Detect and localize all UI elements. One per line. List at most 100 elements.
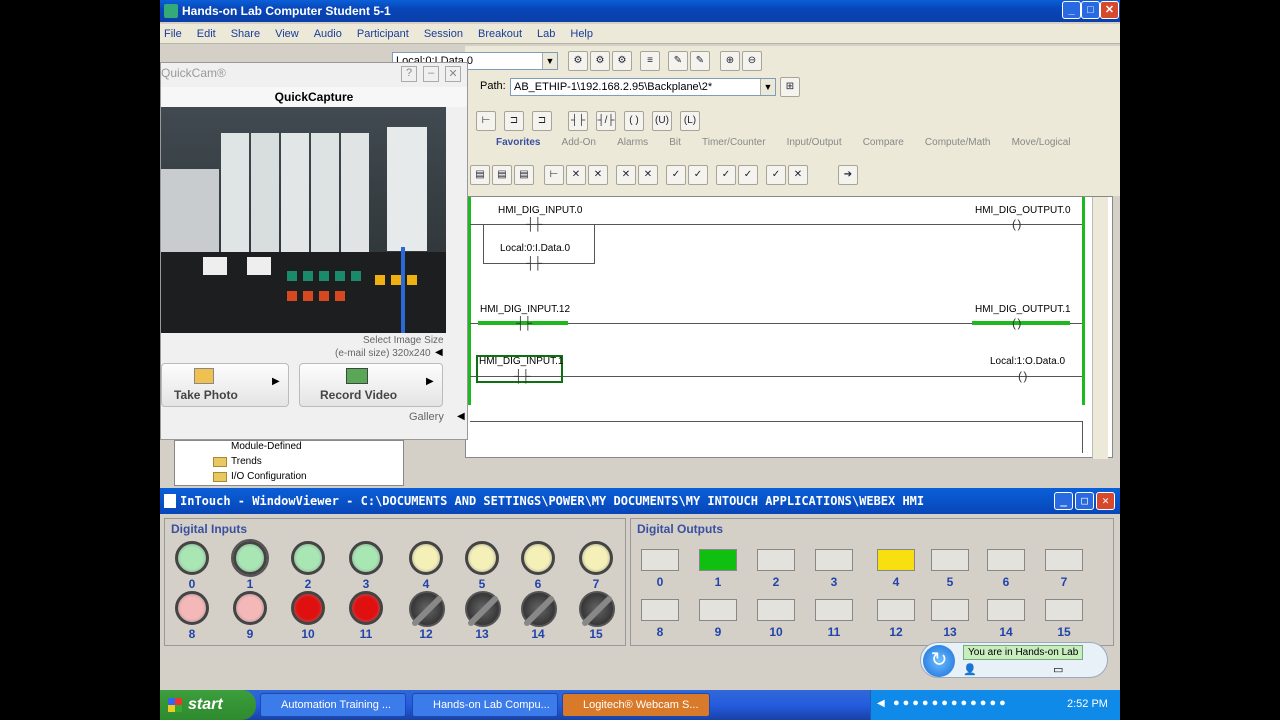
zoom-in-icon[interactable]: ⊕ xyxy=(720,51,740,71)
tool-icon[interactable]: ▤ xyxy=(470,165,490,185)
network3-icon[interactable]: ⚙ xyxy=(612,51,632,71)
menu-share[interactable]: Share xyxy=(231,28,260,40)
menu-session[interactable]: Session xyxy=(424,28,463,40)
minimize-button[interactable]: _ xyxy=(1054,492,1073,510)
chevron-left-icon[interactable]: ◀ xyxy=(877,698,885,709)
input-lamp-5[interactable] xyxy=(465,541,499,575)
ote-icon[interactable]: ( ) xyxy=(624,111,644,131)
lab-status-widget[interactable]: ↻ You are in Hands-on Lab 👤 ▭ xyxy=(920,642,1108,678)
task-hands-on-lab[interactable]: Hands-on Lab Compu... xyxy=(412,693,558,717)
tab-timer-counter[interactable]: Timer/Counter xyxy=(702,137,766,148)
tool9-icon[interactable]: ✓ xyxy=(666,165,686,185)
menu-lab[interactable]: Lab xyxy=(537,28,555,40)
tab-compute-math[interactable]: Compute/Math xyxy=(925,137,991,148)
menu-breakout[interactable]: Breakout xyxy=(478,28,522,40)
rung-0-coil[interactable]: ( ) xyxy=(1012,217,1021,231)
close-button[interactable]: ✕ xyxy=(1100,1,1119,19)
tool6-icon[interactable]: ✕ xyxy=(588,165,608,185)
tree-item-module-defined[interactable]: Module-Defined xyxy=(231,441,302,452)
tab-favorites[interactable]: Favorites xyxy=(496,137,540,148)
tab-bit[interactable]: Bit xyxy=(669,137,681,148)
network-icon[interactable]: ⚙ xyxy=(568,51,588,71)
user-icon[interactable]: 👤 xyxy=(963,663,977,676)
tool7-icon[interactable]: ✕ xyxy=(616,165,636,185)
rung-1-contact[interactable]: ┤├ xyxy=(516,316,532,330)
help-icon[interactable]: ? xyxy=(401,66,417,82)
ladder-editor[interactable]: HMI_DIG_INPUT.0 ┤├ Local:0:I.Data.0 ┤├ H… xyxy=(465,196,1113,459)
branch-icon[interactable]: ⊐ xyxy=(504,111,524,131)
verify-icon[interactable]: ≡ xyxy=(640,51,660,71)
tool10-icon[interactable]: ✓ xyxy=(688,165,708,185)
gallery-label[interactable]: Gallery xyxy=(409,411,444,423)
forward-icon[interactable]: ➔ xyxy=(838,165,858,185)
record-video-button[interactable]: Record Video ▶ xyxy=(299,363,443,407)
zoom-out-icon[interactable]: ⊖ xyxy=(742,51,762,71)
tab-alarms[interactable]: Alarms xyxy=(617,137,648,148)
maximize-button[interactable]: □ xyxy=(1081,1,1100,19)
selector-switch-15[interactable] xyxy=(579,591,615,627)
tool3-icon[interactable]: ▤ xyxy=(514,165,534,185)
minimize-button[interactable]: _ xyxy=(1062,1,1081,19)
rung-2-coil[interactable]: ( ) xyxy=(1018,369,1027,383)
tray-icons[interactable]: ●●●●●●●●●●●● xyxy=(893,697,1009,709)
input-lamp-9[interactable] xyxy=(233,591,267,625)
tool12-icon[interactable]: ✓ xyxy=(738,165,758,185)
tab-add-on[interactable]: Add-On xyxy=(562,137,596,148)
window-title-bar[interactable]: Hands-on Lab Computer Student 5-1 _ □ ✕ xyxy=(160,0,1120,22)
rung-1-coil[interactable]: ( ) xyxy=(1012,316,1021,330)
otl-icon[interactable]: (L) xyxy=(680,111,700,131)
input-lamp-1[interactable] xyxy=(231,539,269,577)
intouch-title-bar[interactable]: InTouch - WindowViewer - C:\DOCUMENTS AN… xyxy=(160,488,1120,514)
close-icon[interactable]: ✕ xyxy=(445,66,461,82)
tool5-icon[interactable]: ✕ xyxy=(566,165,586,185)
tool14-icon[interactable]: ✕ xyxy=(788,165,808,185)
refresh-icon[interactable]: ↻ xyxy=(923,645,955,677)
branch-level-icon[interactable]: ⊐ xyxy=(532,111,552,131)
input-lamp-7[interactable] xyxy=(579,541,613,575)
input-lamp-0[interactable] xyxy=(175,541,209,575)
edit2-icon[interactable]: ✎ xyxy=(690,51,710,71)
input-lamp-2[interactable] xyxy=(291,541,325,575)
tab-input-output[interactable]: Input/Output xyxy=(787,137,842,148)
tab-compare[interactable]: Compare xyxy=(863,137,904,148)
tab-move-logical[interactable]: Move/Logical xyxy=(1012,137,1071,148)
maximize-button[interactable]: □ xyxy=(1075,492,1094,510)
path-combo[interactable]: AB_ETHIP-1\192.168.2.95\Backplane\2* ▼ xyxy=(510,78,776,96)
tool4-icon[interactable]: ⊢ xyxy=(544,165,564,185)
xic-icon[interactable]: ┤├ xyxy=(568,111,588,131)
input-lamp-4[interactable] xyxy=(409,541,443,575)
task-automation-training[interactable]: Automation Training ... xyxy=(260,693,406,717)
input-lamp-3[interactable] xyxy=(349,541,383,575)
start-button[interactable]: start xyxy=(160,690,256,720)
tool11-icon[interactable]: ✓ xyxy=(716,165,736,185)
network2-icon[interactable]: ⚙ xyxy=(590,51,610,71)
menu-help[interactable]: Help xyxy=(570,28,593,40)
selector-switch-13[interactable] xyxy=(465,591,501,627)
tool2-icon[interactable]: ▤ xyxy=(492,165,512,185)
menu-file[interactable]: File xyxy=(164,28,182,40)
chevron-left-icon[interactable]: ◀ xyxy=(457,411,465,422)
take-photo-button[interactable]: Take Photo ▶ xyxy=(161,363,289,407)
minimize-button[interactable]: – xyxy=(423,66,439,82)
input-lamp-11[interactable] xyxy=(349,591,383,625)
task-logitech-webcam[interactable]: Logitech® Webcam S... xyxy=(562,693,710,717)
otu-icon[interactable]: (U) xyxy=(652,111,672,131)
tool13-icon[interactable]: ✓ xyxy=(766,165,786,185)
tree-item-io-configuration[interactable]: I/O Configuration xyxy=(231,471,307,482)
rung-2-contact[interactable]: ┤├ xyxy=(514,369,530,383)
edit-icon[interactable]: ✎ xyxy=(668,51,688,71)
input-lamp-10[interactable] xyxy=(291,591,325,625)
chevron-left-icon[interactable]: ◀ xyxy=(435,347,443,358)
xio-icon[interactable]: ┤/├ xyxy=(596,111,616,131)
monitor-icon[interactable]: ▭ xyxy=(1053,663,1063,676)
input-lamp-6[interactable] xyxy=(521,541,555,575)
close-button[interactable]: ✕ xyxy=(1096,492,1115,510)
menu-participant[interactable]: Participant xyxy=(357,28,409,40)
selector-switch-14[interactable] xyxy=(521,591,557,627)
controller-organizer[interactable]: Module-Defined Trends I/O Configuration xyxy=(174,440,404,486)
menu-edit[interactable]: Edit xyxy=(197,28,216,40)
rung-icon[interactable]: ⊢ xyxy=(476,111,496,131)
browse-icon[interactable]: ⊞ xyxy=(780,77,800,97)
menu-view[interactable]: View xyxy=(275,28,299,40)
tree-item-trends[interactable]: Trends xyxy=(231,456,262,467)
